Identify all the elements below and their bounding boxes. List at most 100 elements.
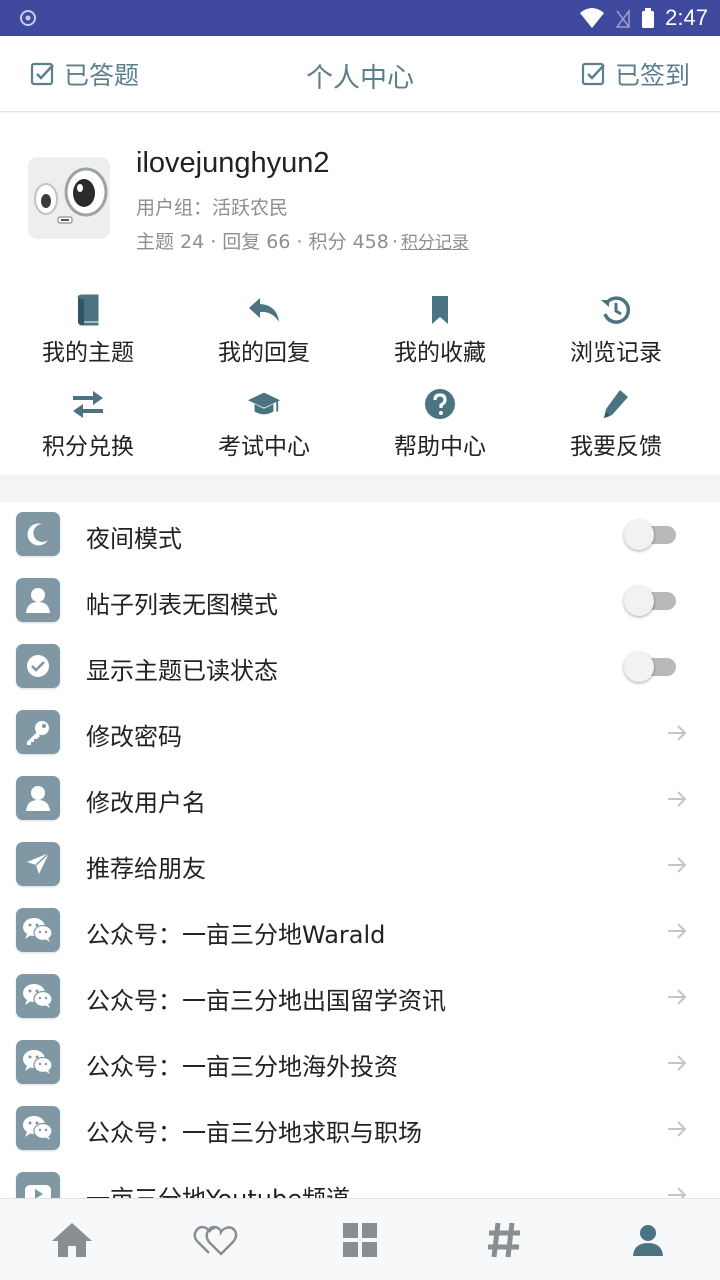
user-icon	[16, 578, 60, 622]
arrow-right-icon	[668, 989, 687, 1005]
book-icon	[71, 293, 105, 327]
nav-profile[interactable]	[576, 1199, 720, 1280]
username: ilovejunghyun2	[136, 147, 330, 179]
nav-favorites[interactable]	[144, 1199, 288, 1280]
wechat-icon	[16, 1040, 60, 1084]
wechat-icon	[16, 908, 60, 952]
setting-label: 修改密码	[86, 723, 182, 751]
moon-icon	[16, 512, 60, 556]
history-button[interactable]: 浏览记录	[528, 287, 704, 381]
exchange-icon	[71, 387, 105, 421]
grid-label: 我要反馈	[570, 434, 662, 460]
exam-center-button[interactable]: 考试中心	[176, 381, 352, 475]
pencil-icon	[599, 387, 633, 421]
wechat-icon	[16, 1106, 60, 1150]
youtube-channel-row[interactable]: 一亩三分地Youtube频道	[0, 1162, 720, 1198]
grid-label: 我的主题	[42, 340, 134, 366]
nav-topics[interactable]	[432, 1199, 576, 1280]
shortcut-grid: 我的主题 我的回复 我的收藏 浏览记录 积分兑换 考试中心 帮助中心 我要反馈	[0, 287, 720, 475]
grid-label: 我的回复	[218, 340, 310, 366]
arrow-right-icon	[668, 857, 687, 873]
arrow-right-icon	[668, 1187, 687, 1198]
youtube-icon	[16, 1172, 60, 1198]
my-favorites-button[interactable]: 我的收藏	[352, 287, 528, 381]
signed-in-button[interactable]: 已签到	[581, 56, 690, 92]
change-username-row[interactable]: 修改用户名	[0, 766, 720, 832]
top-bar: 已答题 个人中心 已签到	[0, 36, 720, 112]
no-image-mode-row: 帖子列表无图模式	[0, 568, 720, 634]
setting-label: 公众号：一亩三分地海外投资	[86, 1053, 398, 1081]
no-image-mode-toggle[interactable]	[624, 586, 676, 616]
recommend-row[interactable]: 推荐给朋友	[0, 832, 720, 898]
points-exchange-button[interactable]: 积分兑换	[0, 381, 176, 475]
grid-label: 考试中心	[218, 434, 310, 460]
home-icon	[52, 1222, 92, 1257]
user-group: 用户组：活跃农民	[136, 197, 289, 219]
grid-label: 我的收藏	[394, 340, 486, 366]
night-mode-toggle[interactable]	[624, 520, 676, 550]
topic-count: 主题 24	[136, 231, 205, 253]
setting-label: 修改用户名	[86, 789, 206, 817]
points-count: 积分 458	[308, 231, 389, 253]
app-notification-icon	[20, 10, 36, 26]
night-mode-row: 夜间模式	[0, 502, 720, 568]
nav-home[interactable]	[0, 1199, 144, 1280]
arrow-right-icon	[668, 1121, 687, 1137]
points-log-link[interactable]: 积分记录	[401, 233, 469, 253]
setting-label: 公众号：一亩三分地Warald	[86, 921, 386, 949]
signal-off-icon	[615, 8, 630, 28]
wechat-warald-row[interactable]: 公众号：一亩三分地Warald	[0, 898, 720, 964]
checkbox-icon	[581, 62, 605, 86]
read-status-row: 显示主题已读状态	[0, 634, 720, 700]
setting-label: 推荐给朋友	[86, 855, 206, 883]
change-password-row[interactable]: 修改密码	[0, 700, 720, 766]
avatar-image	[28, 157, 110, 239]
person-icon	[633, 1224, 663, 1256]
wechat-career-row[interactable]: 公众号：一亩三分地求职与职场	[0, 1096, 720, 1162]
setting-label: 公众号：一亩三分地出国留学资讯	[86, 987, 446, 1015]
grid-label: 积分兑换	[42, 434, 134, 460]
arrow-right-icon	[668, 923, 687, 939]
graduation-cap-icon	[247, 387, 281, 421]
wechat-study-abroad-row[interactable]: 公众号：一亩三分地出国留学资讯	[0, 964, 720, 1030]
bottom-nav	[0, 1198, 720, 1280]
setting-label: 公众号：一亩三分地求职与职场	[86, 1119, 422, 1147]
battery-icon	[642, 8, 655, 28]
arrow-right-icon	[668, 725, 687, 741]
arrow-right-icon	[668, 791, 687, 807]
my-topics-button[interactable]: 我的主题	[0, 287, 176, 381]
help-icon	[423, 387, 457, 421]
bookmark-icon	[423, 293, 457, 327]
clock: 2:47	[665, 5, 708, 30]
my-replies-button[interactable]: 我的回复	[176, 287, 352, 381]
key-icon	[16, 710, 60, 754]
setting-label: 夜间模式	[86, 525, 182, 553]
profile-card: ilovejunghyun2 用户组：活跃农民 主题 24 · 回复 66 · 积分 4…	[0, 113, 720, 475]
hashtag-icon	[488, 1222, 520, 1257]
wechat-icon	[16, 974, 60, 1018]
settings-list: 夜间模式 帖子列表无图模式 显示主题已读状态 修改密码 修改用户名 推荐给朋友	[0, 502, 720, 1198]
signed-in-label: 已签到	[614, 61, 690, 90]
grid-label: 帮助中心	[394, 434, 486, 460]
wechat-investment-row[interactable]: 公众号：一亩三分地海外投资	[0, 1030, 720, 1096]
user-stats: 主题 24 · 回复 66 · 积分 458 · 积分记录	[136, 231, 469, 253]
help-center-button[interactable]: 帮助中心	[352, 381, 528, 475]
feedback-button[interactable]: 我要反馈	[528, 381, 704, 475]
wifi-icon	[580, 8, 605, 28]
grid-icon	[343, 1222, 377, 1257]
nav-forums[interactable]	[288, 1199, 432, 1280]
setting-label: 显示主题已读状态	[86, 657, 278, 685]
history-icon	[599, 293, 633, 327]
grid-label: 浏览记录	[570, 340, 662, 366]
avatar[interactable]	[28, 157, 110, 239]
setting-label: 帖子列表无图模式	[86, 591, 278, 619]
arrow-right-icon	[668, 1055, 687, 1071]
send-icon	[16, 842, 60, 886]
user-icon	[16, 776, 60, 820]
read-status-toggle[interactable]	[624, 652, 676, 682]
setting-label: 一亩三分地Youtube频道	[86, 1179, 350, 1198]
status-bar: 2:47	[0, 0, 720, 36]
check-circle-icon	[16, 644, 60, 688]
reply-icon	[247, 293, 281, 327]
reply-count: 回复 66	[222, 231, 291, 253]
